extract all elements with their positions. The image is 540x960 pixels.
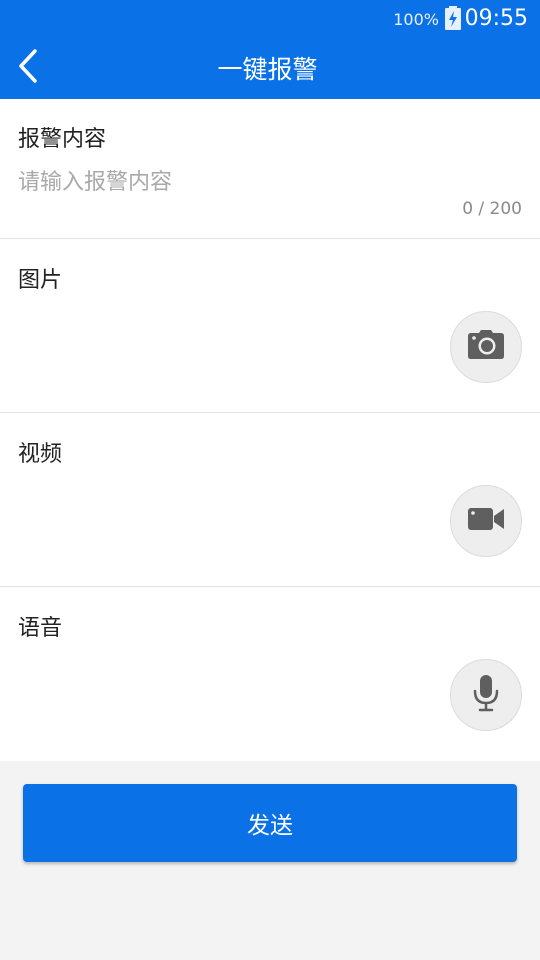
page-title: 一键报警	[217, 55, 318, 84]
image-label: 图片	[18, 268, 63, 293]
audio-section: 语音	[0, 587, 540, 761]
footer: 发送	[0, 761, 540, 960]
add-photo-button[interactable]	[450, 311, 522, 383]
battery-percentage: 100%	[393, 10, 439, 29]
video-section: 视频	[0, 413, 540, 587]
record-audio-button[interactable]	[450, 659, 522, 731]
content-section: 报警内容 0 / 200	[0, 99, 540, 239]
microphone-icon	[472, 674, 500, 716]
add-video-button[interactable]	[450, 485, 522, 557]
image-section: 图片	[0, 239, 540, 413]
app-bar: 100% 09:55 一键报警	[0, 0, 540, 99]
video-camera-icon	[467, 507, 505, 535]
send-button[interactable]: 发送	[23, 784, 517, 862]
video-label: 视频	[18, 442, 63, 467]
alarm-content-input[interactable]	[18, 167, 518, 197]
audio-label: 语音	[18, 616, 63, 641]
camera-icon	[467, 330, 505, 364]
battery-charging-icon	[445, 6, 461, 30]
clock: 09:55	[464, 6, 528, 31]
content-label: 报警内容	[18, 127, 107, 152]
character-counter: 0 / 200	[462, 199, 522, 219]
alarm-form: 报警内容 0 / 200 图片 视频	[0, 99, 540, 761]
status-bar: 100% 09:55	[0, 0, 540, 38]
